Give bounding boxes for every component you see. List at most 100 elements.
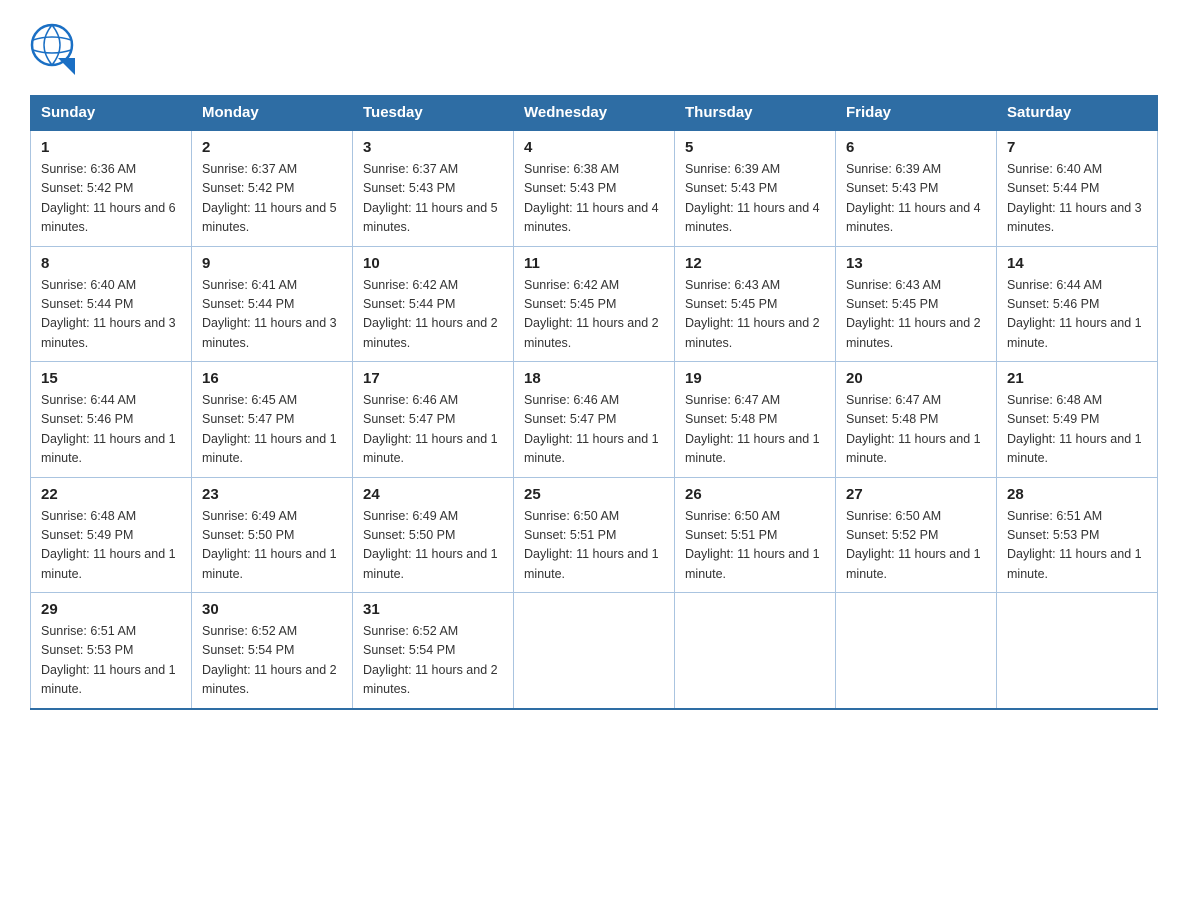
sunrise-label: Sunrise: 6:47 AM (846, 393, 941, 407)
calendar-cell: 3 Sunrise: 6:37 AM Sunset: 5:43 PM Dayli… (353, 130, 514, 246)
day-info: Sunrise: 6:46 AM Sunset: 5:47 PM Dayligh… (524, 391, 664, 469)
sunset-label: Sunset: 5:50 PM (202, 528, 294, 542)
day-info: Sunrise: 6:44 AM Sunset: 5:46 PM Dayligh… (1007, 276, 1147, 354)
day-number: 19 (685, 370, 825, 387)
sunrise-label: Sunrise: 6:51 AM (41, 624, 136, 638)
day-info: Sunrise: 6:51 AM Sunset: 5:53 PM Dayligh… (41, 622, 181, 700)
daylight-label: Daylight: 11 hours and 3 minutes. (202, 316, 337, 349)
sunset-label: Sunset: 5:49 PM (41, 528, 133, 542)
day-info: Sunrise: 6:42 AM Sunset: 5:44 PM Dayligh… (363, 276, 503, 354)
day-info: Sunrise: 6:43 AM Sunset: 5:45 PM Dayligh… (685, 276, 825, 354)
daylight-label: Daylight: 11 hours and 1 minute. (685, 547, 820, 580)
daylight-label: Daylight: 11 hours and 4 minutes. (846, 201, 981, 234)
calendar-cell: 29 Sunrise: 6:51 AM Sunset: 5:53 PM Dayl… (31, 593, 192, 709)
calendar-cell (675, 593, 836, 709)
calendar-cell: 1 Sunrise: 6:36 AM Sunset: 5:42 PM Dayli… (31, 130, 192, 246)
sunrise-label: Sunrise: 6:37 AM (202, 162, 297, 176)
day-info: Sunrise: 6:52 AM Sunset: 5:54 PM Dayligh… (363, 622, 503, 700)
daylight-label: Daylight: 11 hours and 2 minutes. (524, 316, 659, 349)
day-number: 4 (524, 139, 664, 156)
daylight-label: Daylight: 11 hours and 1 minute. (1007, 547, 1142, 580)
header-wednesday: Wednesday (514, 96, 675, 131)
day-info: Sunrise: 6:48 AM Sunset: 5:49 PM Dayligh… (41, 507, 181, 585)
sunset-label: Sunset: 5:47 PM (524, 412, 616, 426)
calendar-week-row: 1 Sunrise: 6:36 AM Sunset: 5:42 PM Dayli… (31, 130, 1158, 246)
logo-icon (30, 20, 75, 75)
calendar-cell: 7 Sunrise: 6:40 AM Sunset: 5:44 PM Dayli… (997, 130, 1158, 246)
header-monday: Monday (192, 96, 353, 131)
day-number: 18 (524, 370, 664, 387)
day-info: Sunrise: 6:49 AM Sunset: 5:50 PM Dayligh… (202, 507, 342, 585)
sunrise-label: Sunrise: 6:39 AM (685, 162, 780, 176)
day-info: Sunrise: 6:51 AM Sunset: 5:53 PM Dayligh… (1007, 507, 1147, 585)
daylight-label: Daylight: 11 hours and 1 minute. (524, 547, 659, 580)
sunset-label: Sunset: 5:51 PM (524, 528, 616, 542)
daylight-label: Daylight: 11 hours and 1 minute. (524, 432, 659, 465)
daylight-label: Daylight: 11 hours and 1 minute. (202, 432, 337, 465)
daylight-label: Daylight: 11 hours and 1 minute. (41, 432, 176, 465)
sunrise-label: Sunrise: 6:49 AM (202, 509, 297, 523)
sunset-label: Sunset: 5:50 PM (363, 528, 455, 542)
sunrise-label: Sunrise: 6:51 AM (1007, 509, 1102, 523)
day-number: 23 (202, 486, 342, 503)
calendar-cell: 8 Sunrise: 6:40 AM Sunset: 5:44 PM Dayli… (31, 246, 192, 362)
calendar-cell: 24 Sunrise: 6:49 AM Sunset: 5:50 PM Dayl… (353, 477, 514, 593)
sunset-label: Sunset: 5:44 PM (41, 297, 133, 311)
daylight-label: Daylight: 11 hours and 4 minutes. (524, 201, 659, 234)
day-number: 14 (1007, 255, 1147, 272)
daylight-label: Daylight: 11 hours and 1 minute. (41, 663, 176, 696)
day-number: 2 (202, 139, 342, 156)
header-friday: Friday (836, 96, 997, 131)
sunrise-label: Sunrise: 6:46 AM (524, 393, 619, 407)
day-number: 13 (846, 255, 986, 272)
sunset-label: Sunset: 5:53 PM (1007, 528, 1099, 542)
sunrise-label: Sunrise: 6:48 AM (41, 509, 136, 523)
day-number: 10 (363, 255, 503, 272)
sunset-label: Sunset: 5:43 PM (846, 181, 938, 195)
sunrise-label: Sunrise: 6:44 AM (1007, 278, 1102, 292)
sunrise-label: Sunrise: 6:39 AM (846, 162, 941, 176)
sunset-label: Sunset: 5:54 PM (202, 643, 294, 657)
day-info: Sunrise: 6:42 AM Sunset: 5:45 PM Dayligh… (524, 276, 664, 354)
day-number: 22 (41, 486, 181, 503)
day-number: 6 (846, 139, 986, 156)
sunset-label: Sunset: 5:42 PM (202, 181, 294, 195)
day-info: Sunrise: 6:48 AM Sunset: 5:49 PM Dayligh… (1007, 391, 1147, 469)
sunrise-label: Sunrise: 6:36 AM (41, 162, 136, 176)
sunrise-label: Sunrise: 6:40 AM (1007, 162, 1102, 176)
day-number: 25 (524, 486, 664, 503)
calendar-cell: 18 Sunrise: 6:46 AM Sunset: 5:47 PM Dayl… (514, 362, 675, 478)
sunset-label: Sunset: 5:54 PM (363, 643, 455, 657)
calendar-table: Sunday Monday Tuesday Wednesday Thursday… (30, 95, 1158, 710)
day-info: Sunrise: 6:49 AM Sunset: 5:50 PM Dayligh… (363, 507, 503, 585)
sunset-label: Sunset: 5:47 PM (363, 412, 455, 426)
calendar-cell: 9 Sunrise: 6:41 AM Sunset: 5:44 PM Dayli… (192, 246, 353, 362)
sunrise-label: Sunrise: 6:40 AM (41, 278, 136, 292)
sunset-label: Sunset: 5:53 PM (41, 643, 133, 657)
sunrise-label: Sunrise: 6:50 AM (685, 509, 780, 523)
daylight-label: Daylight: 11 hours and 6 minutes. (41, 201, 176, 234)
day-info: Sunrise: 6:50 AM Sunset: 5:51 PM Dayligh… (524, 507, 664, 585)
sunrise-label: Sunrise: 6:49 AM (363, 509, 458, 523)
calendar-week-row: 29 Sunrise: 6:51 AM Sunset: 5:53 PM Dayl… (31, 593, 1158, 709)
sunset-label: Sunset: 5:48 PM (685, 412, 777, 426)
sunset-label: Sunset: 5:43 PM (363, 181, 455, 195)
day-number: 20 (846, 370, 986, 387)
calendar-cell (997, 593, 1158, 709)
sunset-label: Sunset: 5:44 PM (363, 297, 455, 311)
calendar-cell: 23 Sunrise: 6:49 AM Sunset: 5:50 PM Dayl… (192, 477, 353, 593)
sunrise-label: Sunrise: 6:43 AM (685, 278, 780, 292)
sunset-label: Sunset: 5:51 PM (685, 528, 777, 542)
calendar-cell: 19 Sunrise: 6:47 AM Sunset: 5:48 PM Dayl… (675, 362, 836, 478)
day-number: 11 (524, 255, 664, 272)
sunrise-label: Sunrise: 6:38 AM (524, 162, 619, 176)
day-number: 21 (1007, 370, 1147, 387)
day-info: Sunrise: 6:36 AM Sunset: 5:42 PM Dayligh… (41, 160, 181, 238)
sunset-label: Sunset: 5:45 PM (685, 297, 777, 311)
day-info: Sunrise: 6:37 AM Sunset: 5:42 PM Dayligh… (202, 160, 342, 238)
header-saturday: Saturday (997, 96, 1158, 131)
calendar-week-row: 15 Sunrise: 6:44 AM Sunset: 5:46 PM Dayl… (31, 362, 1158, 478)
day-number: 29 (41, 601, 181, 618)
daylight-label: Daylight: 11 hours and 5 minutes. (363, 201, 498, 234)
calendar-cell: 10 Sunrise: 6:42 AM Sunset: 5:44 PM Dayl… (353, 246, 514, 362)
